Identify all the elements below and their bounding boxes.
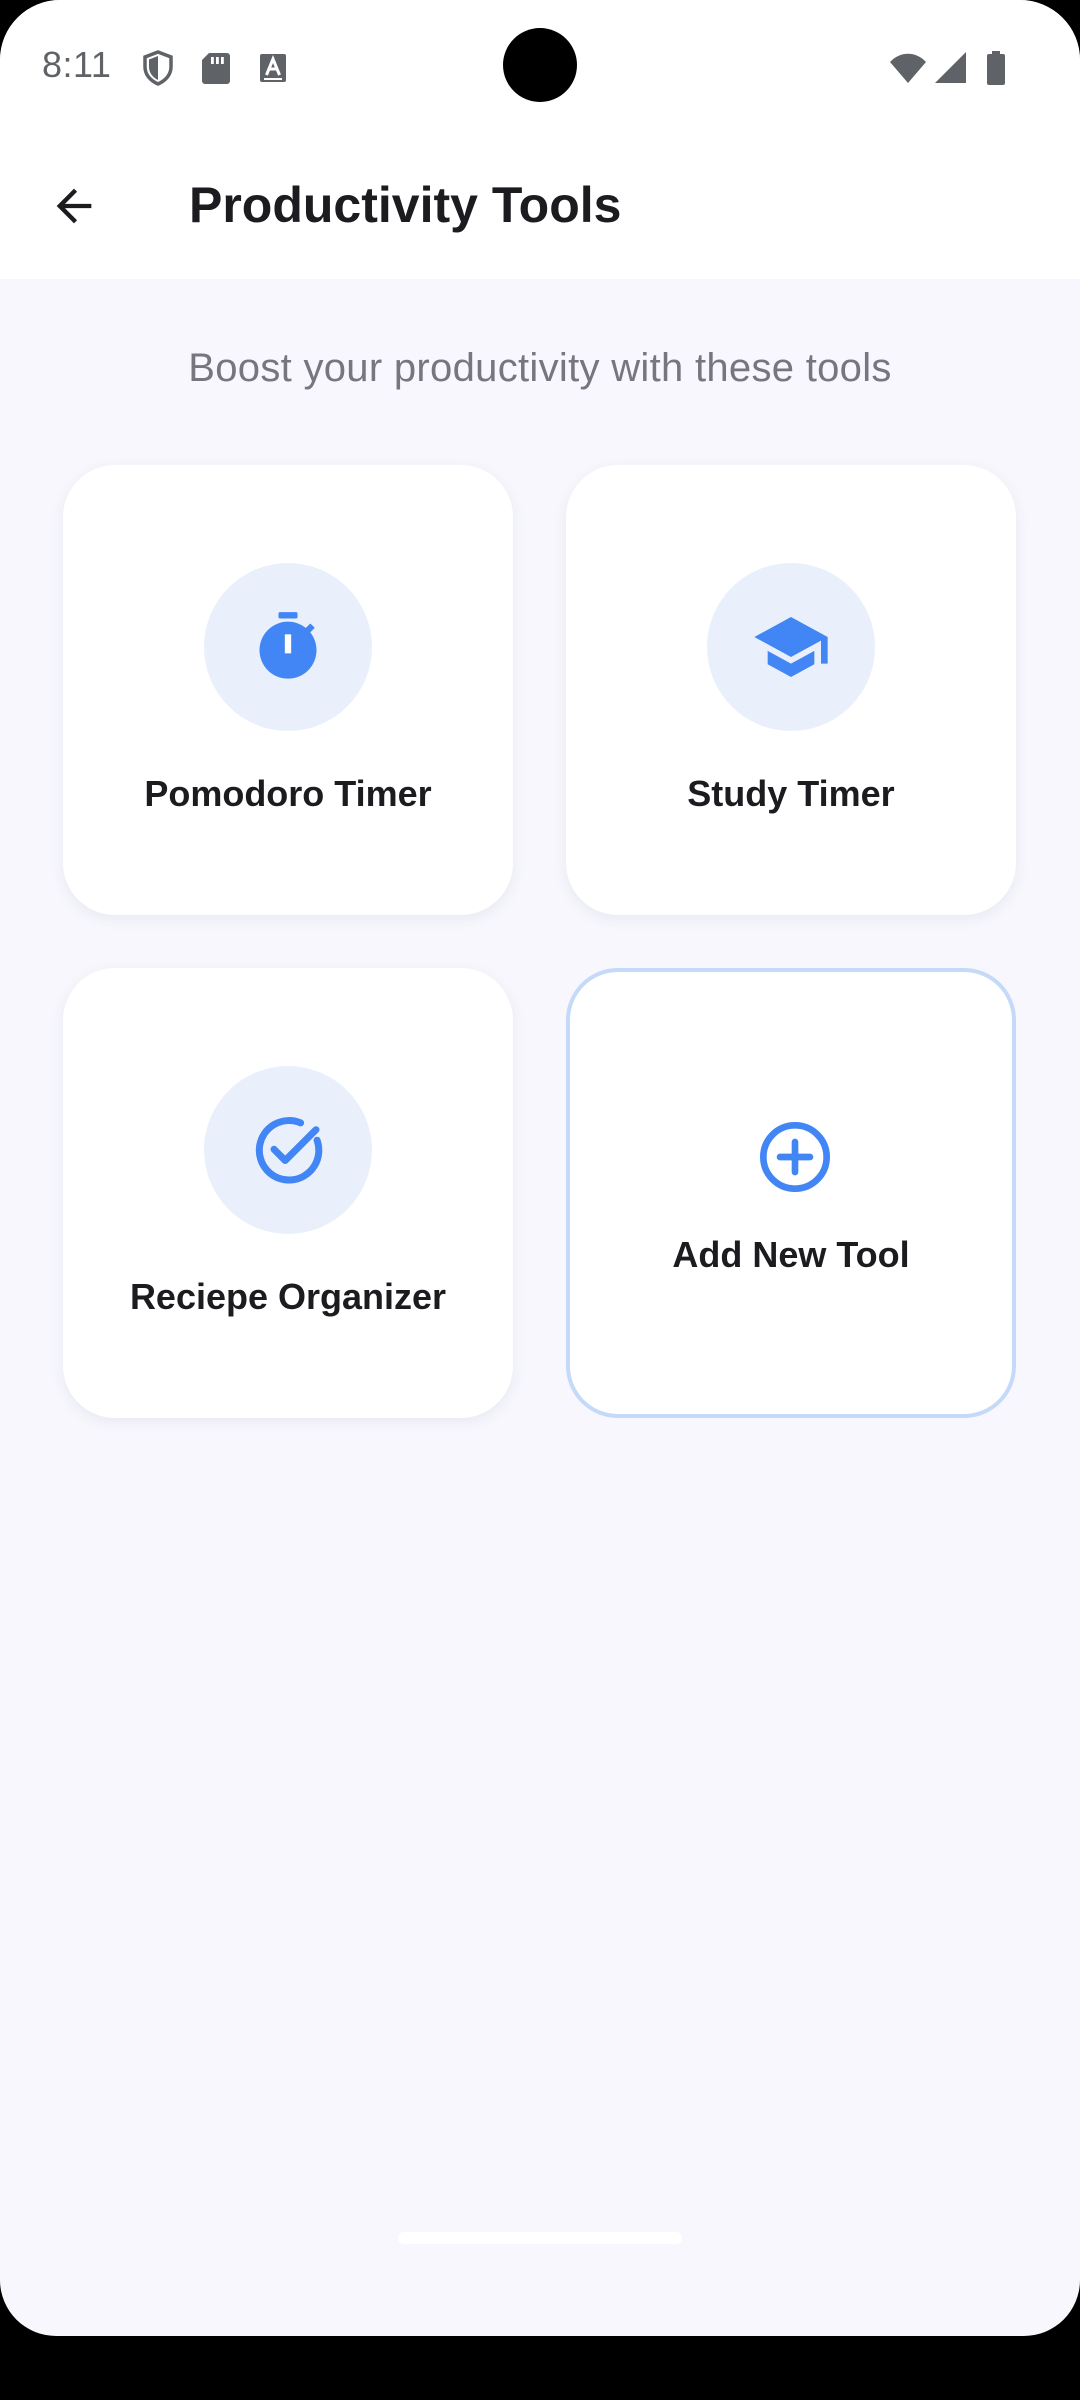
battery-icon	[987, 51, 1005, 85]
wifi-icon	[890, 53, 926, 83]
add-new-tool-card[interactable]: Add New Tool	[566, 968, 1016, 1418]
keyboard-a-icon	[260, 54, 286, 82]
arrow-back-icon	[56, 188, 92, 224]
tool-card-label: Study Timer	[687, 773, 895, 814]
cell-signal-icon	[935, 52, 966, 83]
back-button[interactable]	[30, 162, 118, 250]
page-title: Productivity Tools	[189, 177, 622, 233]
tool-icon-circle	[204, 563, 372, 731]
tool-card-pomodoro-timer[interactable]: Pomodoro Timer	[63, 465, 513, 915]
page-subtitle: Boost your productivity with these tools	[188, 346, 892, 390]
front-camera	[503, 28, 577, 102]
status-bar: 8:11	[0, 0, 1080, 134]
tool-icon-circle	[707, 563, 875, 731]
tool-card-label: Reciepe Organizer	[129, 1276, 447, 1317]
app-screen: 8:11 Productivity Tools Boost your produ…	[0, 0, 1080, 2336]
tool-card-label: Pomodoro Timer	[144, 773, 432, 814]
add-circle-icon	[760, 1122, 830, 1192]
graduation-cap-icon	[754, 617, 828, 677]
app-bar: Productivity Tools	[0, 134, 1080, 279]
tool-card-study-timer[interactable]: Study Timer	[566, 465, 1016, 915]
status-time: 8:11	[42, 44, 112, 85]
tool-card-reciepe-organizer[interactable]: Reciepe Organizer	[63, 968, 513, 1418]
shield-icon	[143, 50, 173, 86]
timer-icon	[259, 612, 317, 679]
check-circle-icon	[255, 1117, 323, 1184]
sd-card-icon	[202, 53, 230, 84]
add-new-tool-label: Add New Tool	[672, 1234, 910, 1275]
tool-icon-circle	[204, 1066, 372, 1234]
home-indicator[interactable]	[398, 2232, 682, 2244]
